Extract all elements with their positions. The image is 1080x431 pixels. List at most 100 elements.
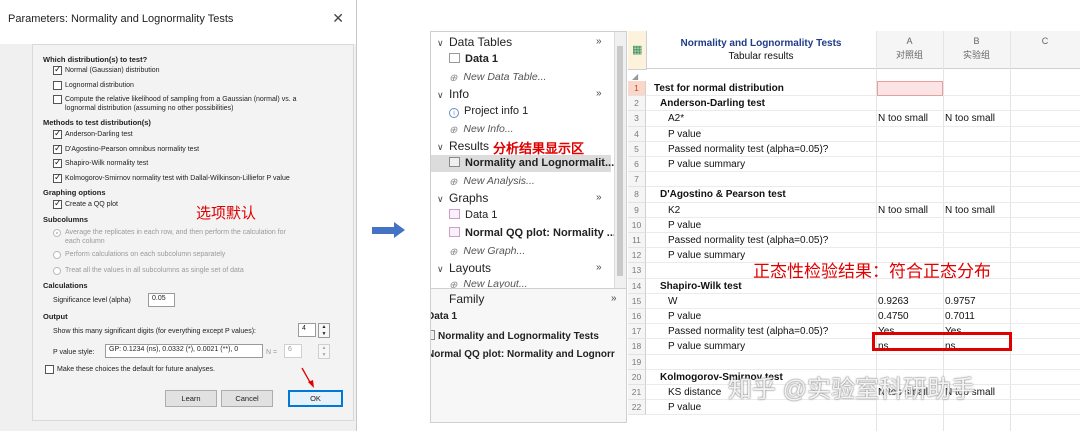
col-letter-a: A [906, 36, 913, 46]
row-label: Passed normality test (alpha=0.05)? [668, 326, 829, 338]
nav-info[interactable]: Info [449, 87, 469, 101]
row-number[interactable]: 18 [628, 339, 646, 355]
cell-b[interactable]: N too small [945, 111, 995, 126]
chevron-down-icon[interactable]: ∨ [437, 38, 444, 49]
nav-new-info[interactable]: ⊕ New Info... [449, 123, 514, 136]
ok-button[interactable]: OK [288, 390, 343, 407]
cell-b[interactable]: 0.9757 [945, 294, 976, 309]
col-letter-c: C [1041, 36, 1049, 46]
row-label: Test for normal distribution [654, 83, 784, 94]
dagostino-checkbox[interactable] [53, 143, 62, 154]
chevron-down-icon[interactable]: ∨ [437, 90, 444, 101]
row-label: W [668, 295, 678, 307]
nav-new-data-table[interactable]: ⊕ New Data Table... [449, 71, 546, 84]
row-label: P value summary [668, 341, 746, 353]
col-letter-b: B [973, 36, 980, 46]
chevron-down-icon[interactable]: ∨ [437, 194, 444, 205]
row-number[interactable]: 13 [628, 263, 646, 279]
normal-distribution-checkbox[interactable] [53, 64, 62, 75]
make-default-checkbox[interactable] [45, 365, 54, 374]
family-item-data1[interactable]: Data 1 [431, 311, 457, 322]
row-number[interactable]: 3 [628, 111, 646, 127]
nav-data-tables[interactable]: Data Tables [449, 35, 512, 49]
nav-graph-qq[interactable]: Normal QQ plot: Normality ... [449, 227, 616, 239]
cell-a[interactable]: 0.9263 [878, 294, 909, 309]
nav-results-item[interactable]: Normality and Lognormalit... [449, 157, 614, 169]
pstyle-select[interactable]: GP: 0.1234 (ns), 0.0332 (*), 0.0021 (**)… [105, 344, 263, 358]
nav-new-graph[interactable]: ⊕ New Graph... [449, 245, 525, 258]
row-number[interactable]: 7 [628, 172, 646, 188]
row-number[interactable]: 6 [628, 157, 646, 173]
row-number[interactable]: 1 [628, 81, 646, 97]
cell-a[interactable]: N too small [878, 203, 928, 218]
each-subcolumn-radio[interactable] [53, 251, 61, 259]
row-label: K2 [668, 204, 681, 216]
row-number[interactable]: 8 [628, 187, 646, 203]
row-number[interactable]: 12 [628, 248, 646, 264]
shapiro-wilk-checkbox[interactable] [53, 157, 62, 168]
expand-icon[interactable]: » [611, 293, 617, 304]
project-navigator: ∨ Data Tables » Data 1 ⊕ New Data Table..… [430, 31, 627, 423]
average-replicates-radio[interactable] [53, 229, 61, 237]
cell-b[interactable]: 0.7011 [945, 309, 975, 324]
digits-stepper[interactable]: ▲ ▼ [318, 323, 330, 338]
nav-results[interactable]: Results [449, 139, 489, 153]
cell-b[interactable]: N too small [945, 203, 995, 218]
grid-line [646, 308, 1080, 309]
table-icon [449, 53, 460, 63]
nav-layouts[interactable]: Layouts [449, 261, 491, 275]
row-number[interactable]: 16 [628, 309, 646, 325]
learn-button[interactable]: Learn [165, 390, 217, 407]
family-item-results[interactable]: Normality and Lognormality Tests [431, 330, 599, 342]
nav-data1[interactable]: Data 1 [449, 53, 498, 65]
row-number[interactable]: 19 [628, 354, 646, 370]
cancel-button[interactable]: Cancel [221, 390, 273, 407]
single-set-radio[interactable] [53, 267, 61, 275]
nav-graphs[interactable]: Graphs [449, 191, 488, 205]
relative-likelihood-checkbox[interactable] [53, 95, 62, 104]
chevron-down-icon[interactable]: ∨ [437, 142, 444, 153]
expand-icon[interactable]: » [596, 262, 602, 273]
anderson-darling-checkbox[interactable] [53, 128, 62, 139]
graph-icon [449, 209, 460, 219]
active-cell[interactable] [877, 81, 943, 96]
lognormal-distribution-checkbox[interactable] [53, 81, 62, 90]
expand-icon[interactable]: » [596, 192, 602, 203]
cell-a[interactable]: 0.4750 [878, 309, 909, 324]
row-number[interactable]: 22 [628, 400, 646, 416]
row-number[interactable]: 2 [628, 96, 646, 112]
digits-input[interactable]: 4 [298, 323, 316, 337]
row-number[interactable]: 20 [628, 369, 646, 385]
row-number[interactable]: 14 [628, 278, 646, 294]
navigator-scrollbar[interactable] [614, 32, 626, 294]
nav-graph-data1[interactable]: Data 1 [449, 209, 497, 221]
row-number[interactable]: 5 [628, 141, 646, 157]
digits-label: Show this many significant digits (for e… [53, 328, 256, 335]
row-number[interactable]: 21 [628, 385, 646, 401]
scrollbar-thumb[interactable] [617, 46, 623, 276]
single-set-label: Treat all the values in all subcolumns a… [65, 267, 244, 274]
cell-a[interactable]: N too small [878, 111, 928, 126]
row-number[interactable]: 10 [628, 217, 646, 233]
row-number[interactable]: 11 [628, 233, 646, 249]
create-qq-checkbox[interactable] [53, 198, 62, 209]
expand-icon[interactable]: » [596, 88, 602, 99]
row-number[interactable]: 9 [628, 202, 646, 218]
dialog-titlebar: Parameters: Normality and Lognormality T… [0, 0, 356, 44]
nav-new-info-label: New Info... [463, 123, 514, 135]
row-number[interactable]: 15 [628, 293, 646, 309]
nav-new-analysis[interactable]: ⊕ New Analysis... [449, 175, 535, 188]
output-header: Output [43, 312, 68, 321]
pstyle-n-input[interactable]: 6 [284, 344, 302, 358]
family-item-graph[interactable]: Normal QQ plot: Normality and Lognorr [431, 349, 615, 360]
nav-project-info[interactable]: i Project info 1 [449, 105, 528, 118]
expand-icon[interactable]: » [596, 36, 602, 47]
pstyle-n-stepper[interactable]: ▲ ▼ [318, 344, 330, 359]
close-icon[interactable]: ✕ [332, 10, 344, 27]
kolmogorov-smirnov-checkbox[interactable] [53, 172, 62, 183]
row-number[interactable]: 4 [628, 126, 646, 142]
alpha-label: Significance level (alpha) [53, 297, 131, 304]
chevron-down-icon[interactable]: ∨ [437, 264, 444, 275]
alpha-input[interactable]: 0.05 [148, 293, 175, 307]
row-number[interactable]: 17 [628, 324, 646, 340]
